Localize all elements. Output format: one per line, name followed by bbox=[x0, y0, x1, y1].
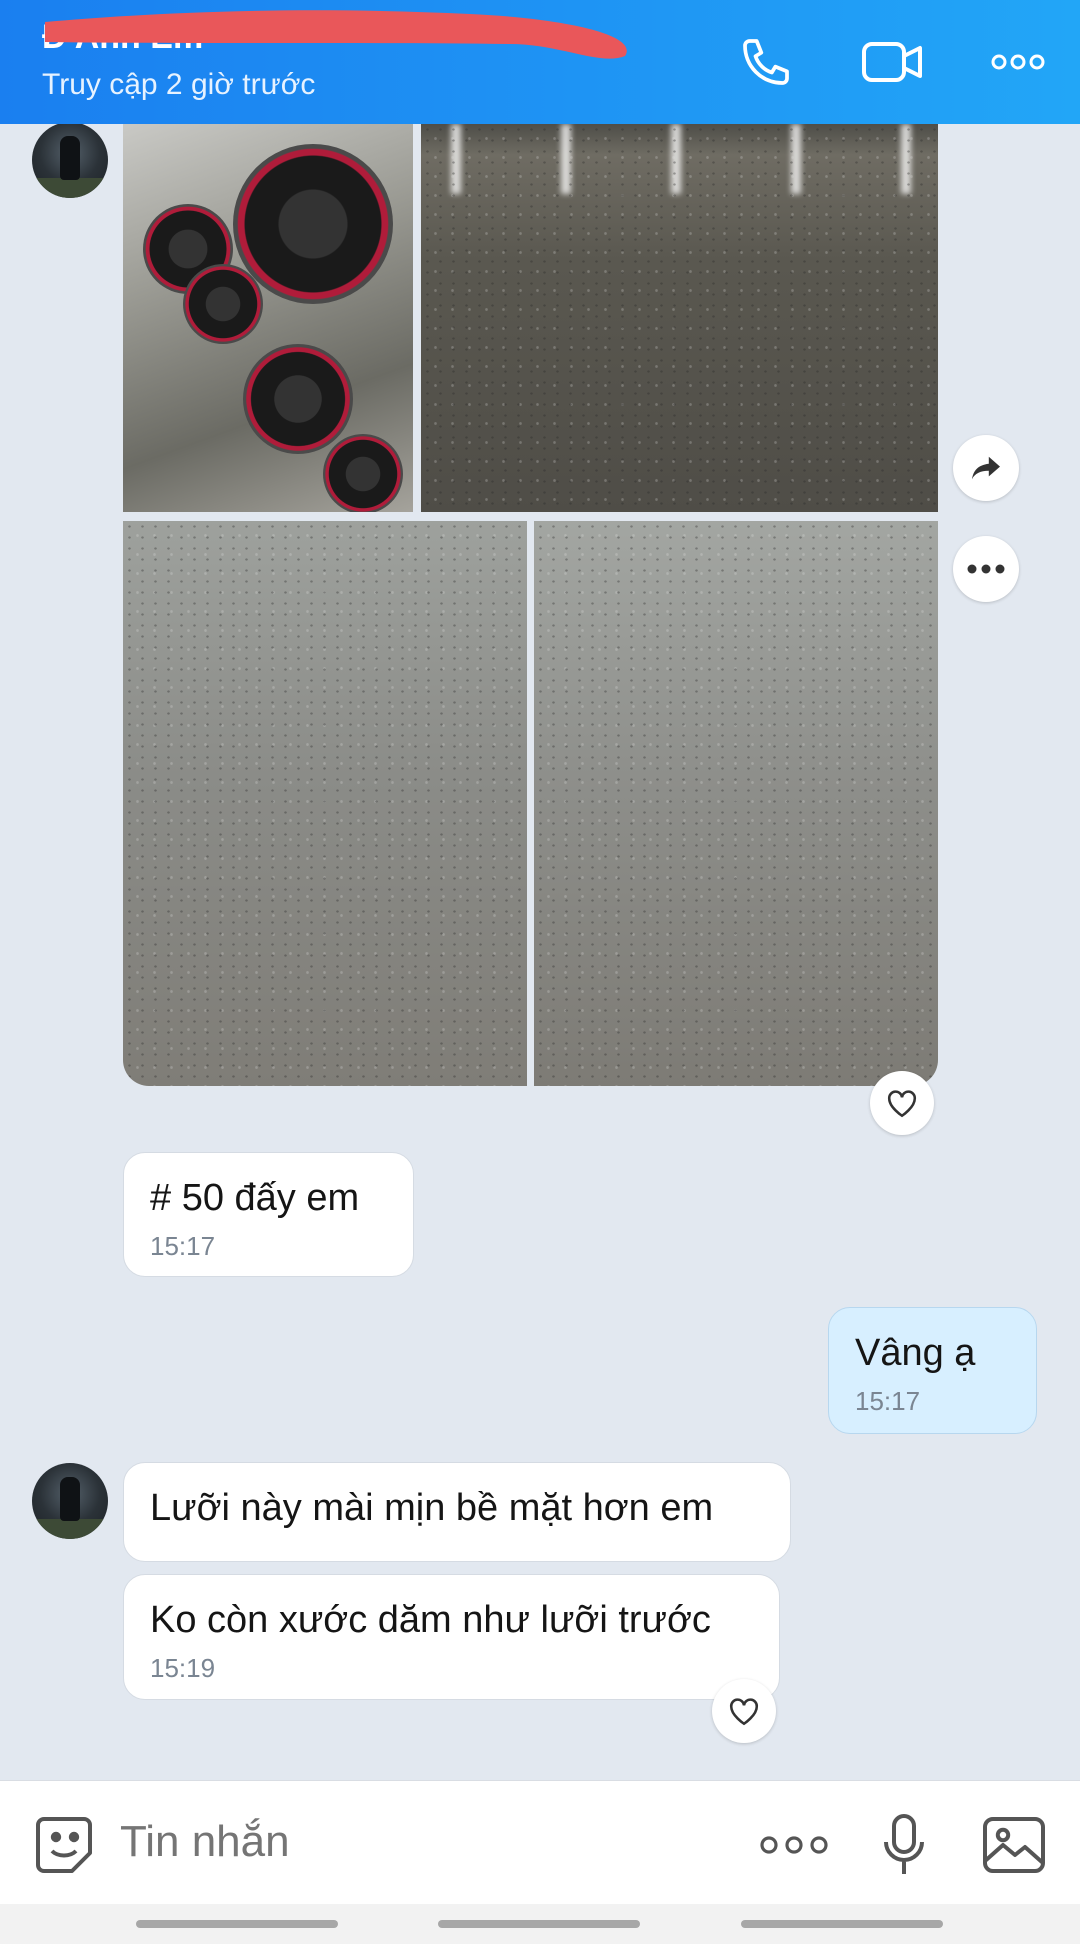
nav-pill-back[interactable] bbox=[741, 1920, 943, 1928]
message-text: Ko còn xước dăm như lưỡi trước bbox=[150, 1599, 711, 1641]
message-time: 15:17 bbox=[855, 1386, 921, 1416]
chat-header: Đ Anh Em Truy cập 2 giờ trước bbox=[0, 0, 1080, 124]
album-photo-floor-close-right[interactable] bbox=[534, 521, 938, 1086]
microphone-icon[interactable] bbox=[868, 1809, 940, 1881]
more-icon[interactable] bbox=[758, 1809, 830, 1881]
share-icon[interactable] bbox=[953, 435, 1019, 501]
message-list[interactable]: # 50 đấy em 15:17 Vâng ạ 15:17 Lưỡi này … bbox=[0, 124, 1080, 1780]
message-input[interactable] bbox=[120, 1817, 720, 1867]
sticker-icon[interactable] bbox=[28, 1809, 100, 1881]
system-nav-bar bbox=[0, 1904, 1080, 1944]
nav-pill-home[interactable] bbox=[438, 1920, 640, 1928]
my-message-bubble[interactable]: Vâng ạ 15:17 bbox=[828, 1307, 1037, 1434]
message-text: Lưỡi này mài mịn bề mặt hơn em bbox=[150, 1487, 714, 1529]
contact-avatar[interactable] bbox=[32, 124, 108, 198]
album-photo-grinder-heads[interactable] bbox=[123, 124, 413, 512]
redaction-scribble bbox=[45, 10, 627, 59]
message-time: 15:19 bbox=[150, 1653, 216, 1683]
more-icon[interactable] bbox=[953, 536, 1019, 602]
phone-icon[interactable] bbox=[730, 26, 802, 98]
message-text: # 50 đấy em bbox=[150, 1177, 360, 1219]
message-text: Vâng ạ bbox=[855, 1332, 976, 1374]
album-photo-floor-far[interactable] bbox=[421, 124, 938, 512]
message-time: 15:17 bbox=[150, 1231, 216, 1261]
contact-avatar[interactable] bbox=[32, 1463, 108, 1539]
heart-icon[interactable] bbox=[870, 1071, 934, 1135]
last-seen-status: Truy cập 2 giờ trước bbox=[42, 68, 316, 101]
video-call-icon[interactable] bbox=[856, 26, 928, 98]
message-bubble[interactable]: Ko còn xước dăm như lưỡi trước 15:19 bbox=[123, 1574, 780, 1700]
more-icon[interactable] bbox=[982, 26, 1054, 98]
message-bubble[interactable]: # 50 đấy em 15:17 bbox=[123, 1152, 414, 1277]
image-icon[interactable] bbox=[978, 1809, 1050, 1881]
album-photo-floor-close-left[interactable] bbox=[123, 521, 527, 1086]
heart-icon[interactable] bbox=[712, 1679, 776, 1743]
nav-pill-recents[interactable] bbox=[136, 1920, 338, 1928]
composer-bar bbox=[0, 1780, 1080, 1904]
message-bubble[interactable]: Lưỡi này mài mịn bề mặt hơn em bbox=[123, 1462, 791, 1562]
